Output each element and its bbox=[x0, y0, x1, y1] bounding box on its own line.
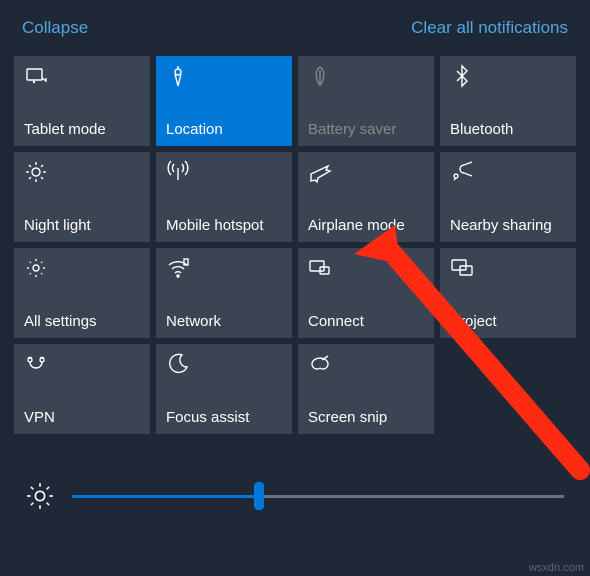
tile-label: Night light bbox=[24, 217, 140, 234]
snip-icon bbox=[308, 352, 334, 378]
project-icon bbox=[450, 256, 476, 282]
wifi-icon bbox=[166, 256, 192, 282]
tile-label: Network bbox=[166, 313, 282, 330]
tile-mobile-hotspot[interactable]: Mobile hotspot bbox=[156, 152, 292, 242]
brightness-row bbox=[14, 482, 576, 510]
brightness-slider[interactable] bbox=[72, 484, 564, 508]
tablet-icon bbox=[24, 64, 50, 90]
tile-screen-snip[interactable]: Screen snip bbox=[298, 344, 434, 434]
gear-icon bbox=[24, 256, 50, 282]
tile-label: Connect bbox=[308, 313, 424, 330]
moon-icon bbox=[166, 352, 192, 378]
brightness-icon bbox=[26, 482, 54, 510]
bluetooth-icon bbox=[450, 64, 476, 90]
tile-label: Screen snip bbox=[308, 409, 424, 426]
tile-night-light[interactable]: Night light bbox=[14, 152, 150, 242]
quick-action-grid: Tablet mode Location Battery saver Bluetoot… bbox=[14, 56, 576, 434]
tile-nearby-sharing[interactable]: Nearby sharing bbox=[440, 152, 576, 242]
clear-all-link[interactable]: Clear all notifications bbox=[411, 18, 568, 38]
tile-location[interactable]: Location bbox=[156, 56, 292, 146]
tile-label: All settings bbox=[24, 313, 140, 330]
tile-label: Battery saver bbox=[308, 121, 424, 138]
tile-airplane-mode[interactable]: Airplane mode bbox=[298, 152, 434, 242]
location-icon bbox=[166, 64, 192, 90]
tile-label: Mobile hotspot bbox=[166, 217, 282, 234]
tile-label: Focus assist bbox=[166, 409, 282, 426]
header-row: Collapse Clear all notifications bbox=[14, 18, 576, 56]
collapse-link[interactable]: Collapse bbox=[22, 18, 88, 38]
leaf-icon bbox=[308, 64, 334, 90]
tile-label: Tablet mode bbox=[24, 121, 140, 138]
share-icon bbox=[450, 160, 476, 186]
vpn-icon bbox=[24, 352, 50, 378]
tile-connect[interactable]: Connect bbox=[298, 248, 434, 338]
tile-vpn[interactable]: VPN bbox=[14, 344, 150, 434]
tile-label: Project bbox=[450, 313, 566, 330]
tile-all-settings[interactable]: All settings bbox=[14, 248, 150, 338]
sun-icon bbox=[24, 160, 50, 186]
action-center-panel: Collapse Clear all notifications Tablet … bbox=[0, 0, 590, 576]
tile-project[interactable]: Project bbox=[440, 248, 576, 338]
airplane-icon bbox=[308, 160, 334, 186]
tile-battery-saver[interactable]: Battery saver bbox=[298, 56, 434, 146]
tile-network[interactable]: Network bbox=[156, 248, 292, 338]
tile-focus-assist[interactable]: Focus assist bbox=[156, 344, 292, 434]
tile-label: Location bbox=[166, 121, 282, 138]
watermark: wsxdn.com bbox=[529, 562, 584, 574]
tile-bluetooth[interactable]: Bluetooth bbox=[440, 56, 576, 146]
hotspot-icon bbox=[166, 160, 192, 186]
tile-label: Nearby sharing bbox=[450, 217, 566, 234]
tile-label: Airplane mode bbox=[308, 217, 424, 234]
tile-label: Bluetooth bbox=[450, 121, 566, 138]
connect-icon bbox=[308, 256, 334, 282]
tile-tablet-mode[interactable]: Tablet mode bbox=[14, 56, 150, 146]
tile-label: VPN bbox=[24, 409, 140, 426]
